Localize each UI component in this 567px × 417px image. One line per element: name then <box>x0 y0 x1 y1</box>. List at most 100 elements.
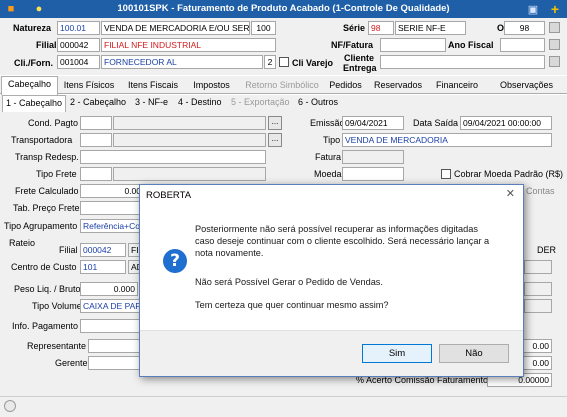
cliente-entrega-lookup-button[interactable] <box>549 56 560 67</box>
question-icon: ? <box>163 249 187 273</box>
subtab-3-nfe[interactable]: 3 - NF-e <box>135 97 168 107</box>
rateio-label: Rateio <box>9 238 36 248</box>
dialog-footer: Sim Não <box>140 330 523 376</box>
gerente-field[interactable] <box>88 356 140 370</box>
tab-observacoes[interactable]: Observações <box>493 78 560 94</box>
dialog-title: ROBERTA <box>146 190 192 201</box>
cli-forn-num-field[interactable]: 2 <box>264 55 276 69</box>
nf-fatura-field[interactable] <box>380 38 446 52</box>
cond-pagto-lookup-button[interactable]: ... <box>268 116 282 130</box>
tipo-volume-field[interactable]: CAIXA DE PAPE <box>80 299 144 313</box>
serie-code-field[interactable]: 98 <box>368 21 394 35</box>
tipo-frete-label: Tipo Frete <box>36 169 77 179</box>
moeda-field[interactable] <box>342 167 404 181</box>
transportadora-label: Transportadora <box>11 135 73 145</box>
header-panel: Natureza 100.01 VENDA DE MERCADORIA E/OU… <box>0 18 567 75</box>
tab-itens-fiscais[interactable]: Itens Fiscais <box>125 78 181 94</box>
cliente-entrega-label-1: Cliente <box>344 53 375 63</box>
cli-forn-desc-field[interactable]: FORNECEDOR AL <box>101 55 263 69</box>
tab-impostos[interactable]: Impostos <box>189 78 234 94</box>
oficial-value-field[interactable]: 98 <box>504 21 545 35</box>
filial-code-field[interactable]: 000042 <box>57 38 100 52</box>
cobrar-moeda-checkbox[interactable] <box>441 169 451 179</box>
tipo-volume-label: Tipo Volume <box>32 301 82 311</box>
filial-label: Filial <box>36 40 57 50</box>
dialog-body: ? Posteriormente não será possível recup… <box>140 205 523 330</box>
cli-varejo-checkbox[interactable] <box>279 57 289 67</box>
info-pagamento-field[interactable] <box>80 319 144 333</box>
floppy-disk-icon[interactable]: ▣ <box>526 2 540 16</box>
tab-itens-fisicos[interactable]: Itens Físicos <box>61 78 117 94</box>
peso-label: Peso Liq. / Bruto <box>14 284 81 294</box>
ano-fiscal-field[interactable] <box>500 38 545 52</box>
subtab-6-outros[interactable]: 6 - Outros <box>298 97 338 107</box>
info-pagamento-label: Info. Pagamento <box>12 321 79 331</box>
centro-custo-label: Centro de Custo <box>11 262 77 272</box>
tipo-agrupamento-field[interactable]: Referência+Co <box>80 219 144 233</box>
tipo-frete-desc-field <box>113 167 266 181</box>
cond-pagto-label: Cond. Pagto <box>28 118 79 128</box>
subtab-2-cabecalho[interactable]: 2 - Cabeçalho <box>70 97 126 107</box>
cli-varejo-label: Cli Varejo <box>292 58 334 68</box>
dialog-message-line-2: caso deseje continuar com o cliente esco… <box>195 236 490 246</box>
transportadora-code-field[interactable] <box>80 133 112 147</box>
scroll-indicator <box>4 400 16 412</box>
cliente-entrega-field[interactable] <box>380 55 545 69</box>
centro-custo-code-field[interactable]: 101 <box>80 260 126 274</box>
tab-retorno-simbolico[interactable]: Retorno Simbólico <box>242 78 322 94</box>
subtab-5-exportacao[interactable]: 5 - Exportação <box>231 97 290 107</box>
subtab-1-cabecalho[interactable]: 1 - Cabeçalho <box>2 95 67 112</box>
filial-desc-field[interactable]: FILIAL NFE INDUSTRIAL <box>101 38 276 52</box>
emissao-field[interactable]: 09/04/2021 <box>342 116 404 130</box>
cond-pagto-desc-field <box>113 116 266 130</box>
bottom-bar <box>0 396 567 417</box>
main-tab-strip: Cabeçalho Itens Físicos Itens Fiscais Im… <box>0 76 567 95</box>
right-field-1 <box>524 260 552 274</box>
tab-cabecalho[interactable]: Cabeçalho <box>1 76 58 95</box>
cliente-entrega-label-2: Entrega <box>343 63 377 73</box>
tab-financeiro[interactable]: Financeiro <box>432 78 482 94</box>
ano-fiscal-label: Ano Fiscal <box>448 40 494 50</box>
frete-calculado-field[interactable]: 0.00 <box>80 184 144 198</box>
tipo-field[interactable]: VENDA DE MERCADORIA <box>342 133 552 147</box>
tab-reservados[interactable]: Reservados <box>372 78 424 94</box>
cond-pagto-code-field[interactable] <box>80 116 112 130</box>
window-titlebar: ■ ● 100101SPK - Faturamento de Produto A… <box>0 0 567 18</box>
ano-fiscal-lookup-button[interactable] <box>549 39 560 50</box>
tipo-frete-code-field[interactable] <box>80 167 112 181</box>
representante-field[interactable] <box>88 339 140 353</box>
cli-forn-code-field[interactable]: 001004 <box>57 55 100 69</box>
cobrar-moeda-label: Cobrar Moeda Padrão (R$) <box>454 169 564 179</box>
tab-pedidos[interactable]: Pedidos <box>327 78 364 94</box>
gerente-label: Gerente <box>55 358 88 368</box>
contas-label: Contas <box>526 186 555 196</box>
tab-preco-frete-field[interactable] <box>80 201 144 215</box>
serie-desc-field[interactable]: SERIE NF-E <box>395 21 466 35</box>
tab-preco-frete-label: Tab. Preço Frete <box>13 203 80 213</box>
transportadora-desc-field <box>113 133 266 147</box>
natureza-code-field[interactable]: 100.01 <box>57 21 100 35</box>
sub-tab-strip: 1 - Cabeçalho 2 - Cabeçalho 3 - NF-e 4 -… <box>0 95 567 112</box>
right-field-2 <box>524 282 552 296</box>
dialog-message-line-4: Não será Possível Gerar o Pedido de Vend… <box>195 277 383 287</box>
yes-button[interactable]: Sim <box>362 344 432 363</box>
representante-label: Representante <box>27 341 87 351</box>
rateio-filial-label: Filial <box>59 245 78 255</box>
right-field-3 <box>524 299 552 313</box>
plus-icon[interactable]: + <box>548 1 562 17</box>
serie-label: Série <box>343 23 366 33</box>
natureza-num-field[interactable]: 100 <box>251 21 276 35</box>
subtab-4-destino[interactable]: 4 - Destino <box>178 97 222 107</box>
natureza-desc-field[interactable]: VENDA DE MERCADORIA E/OU SERVI <box>101 21 250 35</box>
peso-field[interactable]: 0.000 <box>80 282 138 296</box>
nf-fatura-label: NF/Fatura <box>331 40 374 50</box>
dialog-message-line-3: nota novamente. <box>195 248 264 258</box>
emissao-label: Emissão <box>310 118 345 128</box>
close-icon[interactable]: ✕ <box>506 187 515 200</box>
data-saida-field[interactable]: 09/04/2021 00:00:00 <box>460 116 552 130</box>
no-button[interactable]: Não <box>439 344 509 363</box>
transp-redesp-field[interactable] <box>80 150 266 164</box>
rateio-filial-code-field[interactable]: 000042 <box>80 243 126 257</box>
oficial-lookup-button[interactable] <box>549 22 560 33</box>
transportadora-lookup-button[interactable]: ... <box>268 133 282 147</box>
